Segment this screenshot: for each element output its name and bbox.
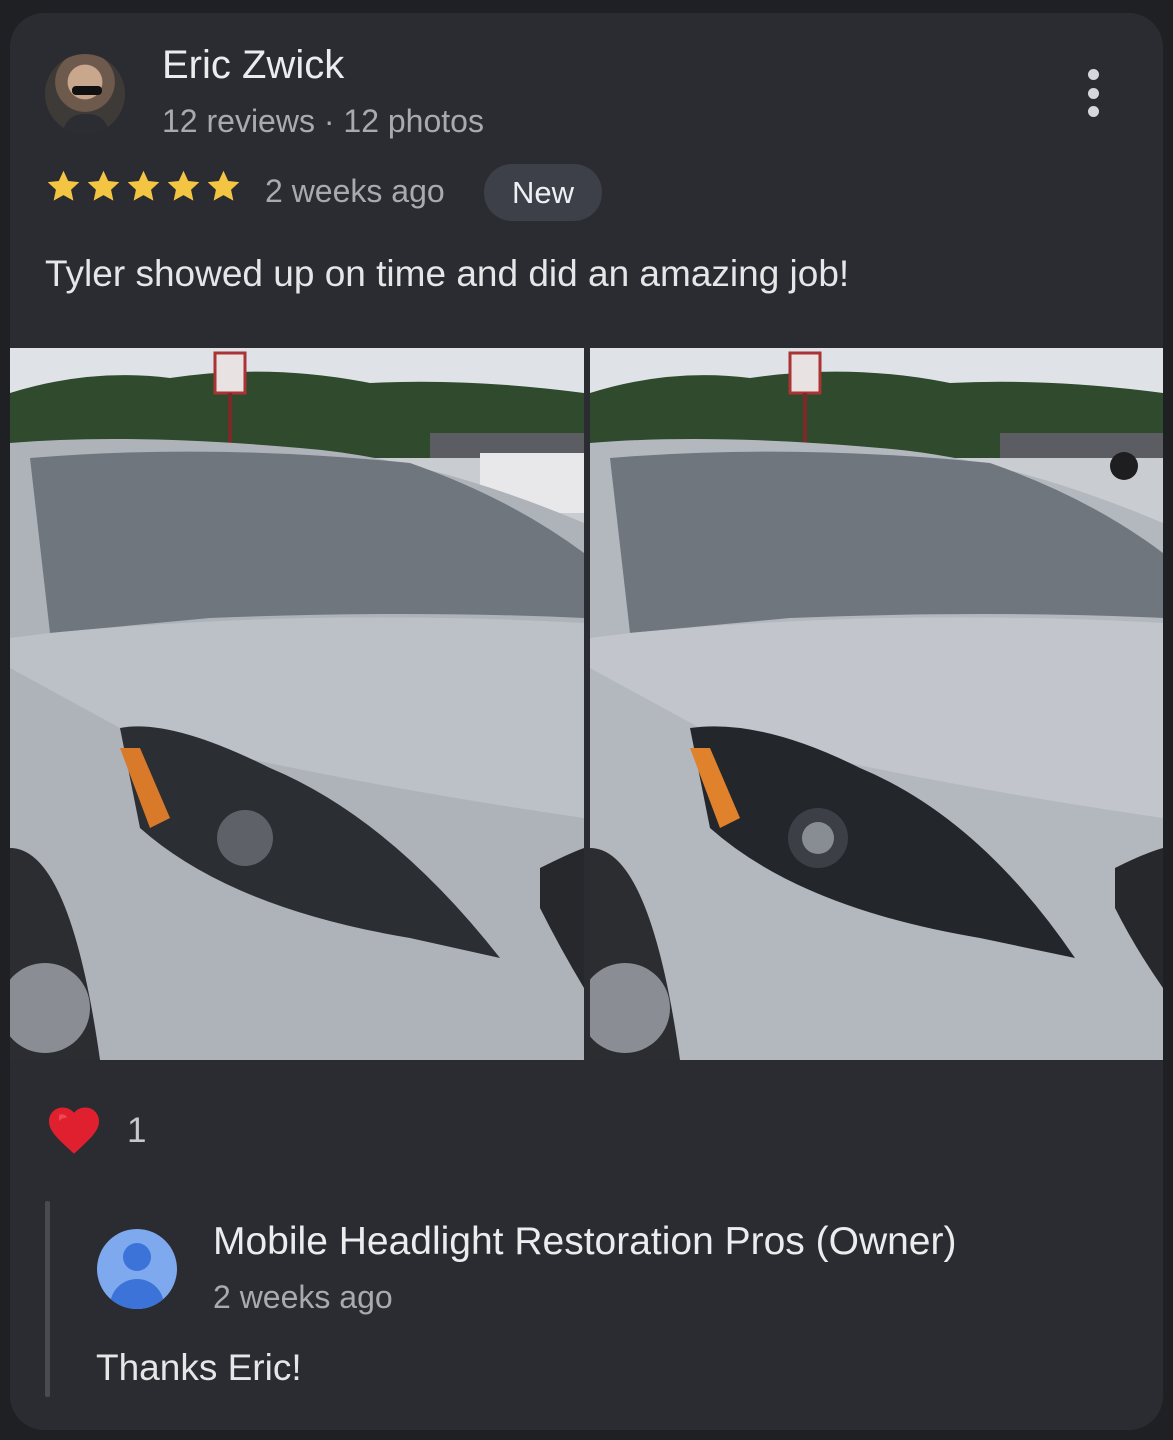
author-meta: 12 reviews · 12 photos <box>162 103 484 139</box>
star-icon <box>87 170 120 201</box>
car-photo-image <box>590 348 1163 1060</box>
dot <box>1087 87 1099 99</box>
avatar-shirt <box>63 114 109 134</box>
review-photo-before[interactable] <box>10 348 584 1060</box>
sunglasses-detail <box>72 86 102 95</box>
star-rating <box>45 168 242 205</box>
reply-divider <box>45 1201 50 1397</box>
more-options-icon[interactable] <box>1076 65 1110 121</box>
car-photo-image <box>10 348 584 1060</box>
review-text: Tyler showed up on time and did an amazi… <box>45 253 850 294</box>
person-icon-head <box>123 1243 151 1271</box>
star-icon <box>167 170 200 201</box>
owner-avatar[interactable] <box>97 1229 177 1309</box>
new-badge: New <box>484 164 602 221</box>
owner-name[interactable]: Mobile Headlight Restoration Pros (Owner… <box>213 1220 956 1264</box>
review-time: 2 weeks ago <box>265 173 445 209</box>
star-icon <box>207 170 240 201</box>
reaction-count: 1 <box>127 1111 147 1150</box>
owner-reply-text: Thanks Eric! <box>96 1347 302 1388</box>
author-name[interactable]: Eric Zwick <box>162 43 344 88</box>
dot <box>1087 106 1099 117</box>
review-card: Eric Zwick 12 reviews · 12 photos 2 week… <box>10 13 1163 1430</box>
heart-icon[interactable] <box>43 1100 105 1160</box>
person-icon-body <box>110 1279 164 1309</box>
star-icon <box>127 170 160 201</box>
author-avatar[interactable] <box>45 54 125 134</box>
star-icon <box>47 170 80 201</box>
dot <box>1087 69 1099 80</box>
review-photo-after[interactable] <box>590 348 1163 1060</box>
owner-reply-time: 2 weeks ago <box>213 1279 393 1315</box>
